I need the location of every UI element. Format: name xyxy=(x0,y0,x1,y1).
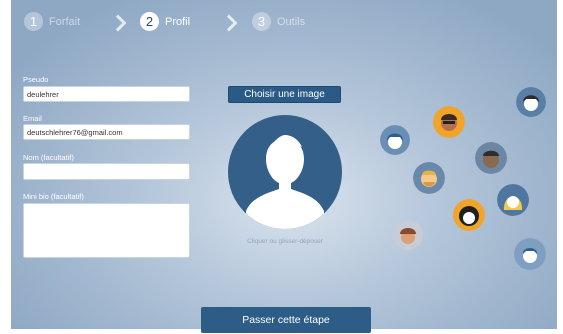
skip-step-button[interactable]: Passer cette étape xyxy=(201,307,371,333)
name-label: Nom (facultatif) xyxy=(23,153,74,162)
avatar-icon xyxy=(413,162,445,194)
pseudo-input[interactable]: deulehrer xyxy=(23,86,190,102)
bio-textarea[interactable] xyxy=(23,203,190,258)
chevron-right-icon xyxy=(109,14,127,32)
step-label: Outils xyxy=(277,15,306,28)
step-profil[interactable]: 2 Profil xyxy=(140,12,190,31)
email-input[interactable]: deutschlehrer76@gmail.com xyxy=(23,124,190,140)
avatar-icon xyxy=(516,87,546,117)
profile-image-dropzone[interactable] xyxy=(228,115,342,229)
avatar-icon xyxy=(380,125,410,155)
step-forfait[interactable]: 1 Forfait xyxy=(24,12,80,31)
left-frame xyxy=(0,0,11,334)
avatar-icon xyxy=(393,220,423,250)
avatar-icon xyxy=(497,184,529,216)
step-number: 3 xyxy=(252,12,271,31)
avatar-icon xyxy=(453,199,485,231)
avatar-icon xyxy=(514,238,546,270)
default-user-icon xyxy=(246,135,324,229)
choose-image-button[interactable]: Choisir une image xyxy=(228,86,341,103)
avatar-icon xyxy=(475,142,507,174)
email-label: Email xyxy=(23,114,42,123)
step-label: Profil xyxy=(165,15,191,28)
step-outils[interactable]: 3 Outils xyxy=(252,12,305,31)
avatar-icon xyxy=(433,106,465,138)
drop-hint: Cliquer ou glisser-déposer xyxy=(247,238,323,245)
step-label: Forfait xyxy=(49,15,81,28)
pseudo-label: Pseudo xyxy=(23,75,49,84)
name-input[interactable] xyxy=(23,163,190,180)
chevron-right-icon xyxy=(220,14,238,32)
right-frame xyxy=(557,0,563,334)
bio-label: Mini bio (facultatif) xyxy=(23,192,84,201)
step-number: 1 xyxy=(24,12,43,31)
step-number: 2 xyxy=(140,12,159,31)
